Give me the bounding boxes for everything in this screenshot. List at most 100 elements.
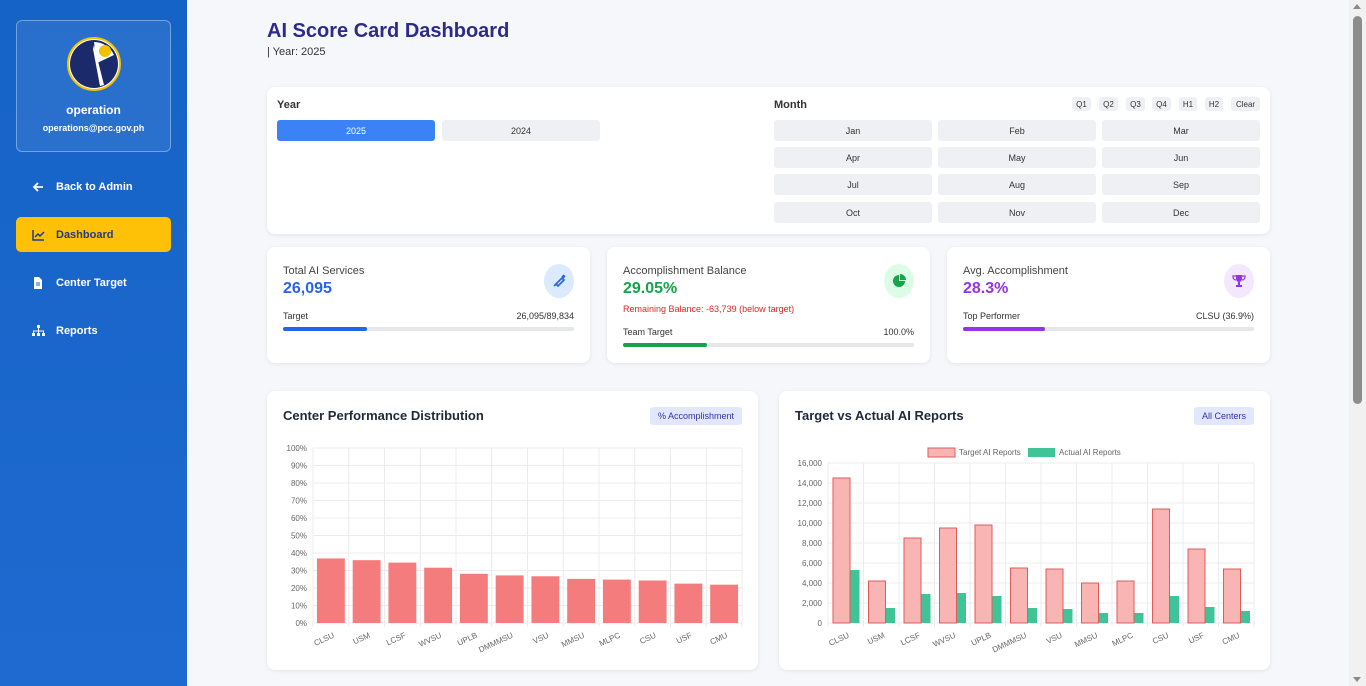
quick-filter-q3[interactable]: Q3 [1126,97,1145,111]
actual-bar [1205,607,1215,623]
x-tick-label: MMSU [1073,631,1099,650]
x-tick-label: MLPC [598,631,622,649]
target-bar [1045,568,1064,624]
sidebar: operation operations@pcc.gov.ph Back to … [0,0,187,686]
month-button-may[interactable]: May [938,147,1096,168]
sidebar-item-label: Reports [56,324,98,337]
month-button-aug[interactable]: Aug [938,174,1096,195]
y-tick-label: 70% [291,497,307,506]
x-tick-label: DMMMSU [477,631,514,655]
y-tick-label: 0 [818,619,823,628]
y-tick-label: 0% [295,619,307,628]
center-performance-card: Center Performance Distribution % Accomp… [267,391,758,670]
legend-swatch [927,447,956,458]
target-bar [1116,580,1135,624]
stat-row: Team Target 100.0% [623,327,914,337]
x-tick-label: USF [1187,631,1205,646]
legend-label: Actual AI Reports [1059,448,1121,457]
x-tick-label: DMMMSU [991,631,1028,655]
x-tick-label: VSU [532,631,551,646]
x-tick-label: VSU [1045,631,1064,646]
actual-bar [1170,596,1179,623]
document-icon [31,276,45,290]
actual-bar [1099,613,1108,623]
scroll-up-arrow-icon[interactable] [1353,4,1361,9]
target-bar [1223,568,1241,624]
progress-track [963,327,1254,331]
remaining-balance-note: Remaining Balance: -63,739 (below target… [623,304,795,314]
month-button-jul[interactable]: Jul [774,174,932,195]
month-button-mar[interactable]: Mar [1102,120,1260,141]
scroll-down-arrow-icon[interactable] [1353,677,1361,682]
target-vs-actual-card: Target vs Actual AI Reports All Centers … [779,391,1270,670]
sidebar-item-reports[interactable]: Reports [16,313,171,348]
bar [352,560,381,623]
arrow-left-icon [31,180,45,194]
month-button-oct[interactable]: Oct [774,202,932,223]
actual-bar [1241,611,1250,623]
y-tick-label: 20% [291,584,307,593]
target-bar [1152,508,1170,624]
actual-bar [921,594,931,623]
stat-row-label: Top Performer [963,311,1021,321]
bar [567,578,596,623]
stat-row-label: Team Target [623,327,673,337]
bar [424,567,453,623]
quick-filter-q2[interactable]: Q2 [1099,97,1118,111]
quick-filter-q4[interactable]: Q4 [1152,97,1171,111]
quick-filter-q1[interactable]: Q1 [1072,97,1091,111]
month-label: Month [774,99,807,111]
target-actual-bar-chart: Target AI Reports Actual AI Reports 0 2,000… [798,447,1255,655]
stat-label: Accomplishment Balance [623,265,747,277]
y-tick-label: 6,000 [802,559,823,568]
target-bar [939,527,957,624]
bar [638,580,667,623]
year-button-2025[interactable]: 2025 [277,120,435,141]
y-tick-label: 80% [291,479,307,488]
sidebar-item-label: Dashboard [56,228,114,241]
actual-bar [992,596,1002,623]
bar [710,584,739,623]
x-tick-label: LCSF [899,631,921,648]
target-bar [832,477,851,624]
actual-bar [1028,608,1037,623]
scroll-thumb[interactable] [1353,16,1362,404]
bar [316,558,345,623]
quick-filter-h1[interactable]: H1 [1179,97,1197,111]
sidebar-item-center-target[interactable]: Center Target [16,265,171,300]
month-button-jun[interactable]: Jun [1102,147,1260,168]
month-button-nov[interactable]: Nov [938,202,1096,223]
stat-row-value: CLSU (36.9%) [1195,311,1254,321]
x-tick-label: LCSF [385,631,407,648]
x-tick-label: UPLB [456,631,479,648]
x-tick-label: UPLB [970,631,993,648]
quick-filter-h2[interactable]: H2 [1205,97,1223,111]
y-tick-label: 16,000 [798,459,823,468]
month-button-dec[interactable]: Dec [1102,202,1260,223]
target-bar [1187,548,1206,624]
x-tick-label: MMSU [560,631,586,650]
year-button-2024[interactable]: 2024 [442,120,600,141]
trophy-icon [1224,264,1254,298]
stat-value: 26,095 [283,280,332,297]
month-button-feb[interactable]: Feb [938,120,1096,141]
legend-swatch [1028,448,1055,457]
x-tick-label: WVSU [417,631,443,649]
month-button-jan[interactable]: Jan [774,120,932,141]
sidebar-item-dashboard[interactable]: Dashboard [16,217,171,252]
y-tick-label: 100% [287,444,307,453]
y-tick-label: 30% [291,567,307,576]
actual-bar [957,593,966,623]
y-tick-label: 2,000 [802,599,823,608]
page-scrollbar[interactable] [1349,0,1366,686]
month-button-apr[interactable]: Apr [774,147,932,168]
y-tick-label: 90% [291,462,307,471]
x-tick-label: CLSU [313,631,336,648]
stat-row: Top Performer CLSU (36.9%) [963,311,1254,321]
actual-bar [1134,613,1144,623]
sidebar-item-back-to-admin[interactable]: Back to Admin [16,169,171,204]
stat-card-total-ai-services: Total AI Services 26,095 Target 26,095/8… [267,247,590,363]
month-button-sep[interactable]: Sep [1102,174,1260,195]
quick-filter-clear[interactable]: Clear [1231,97,1260,111]
profile-card: operation operations@pcc.gov.ph [16,20,171,152]
